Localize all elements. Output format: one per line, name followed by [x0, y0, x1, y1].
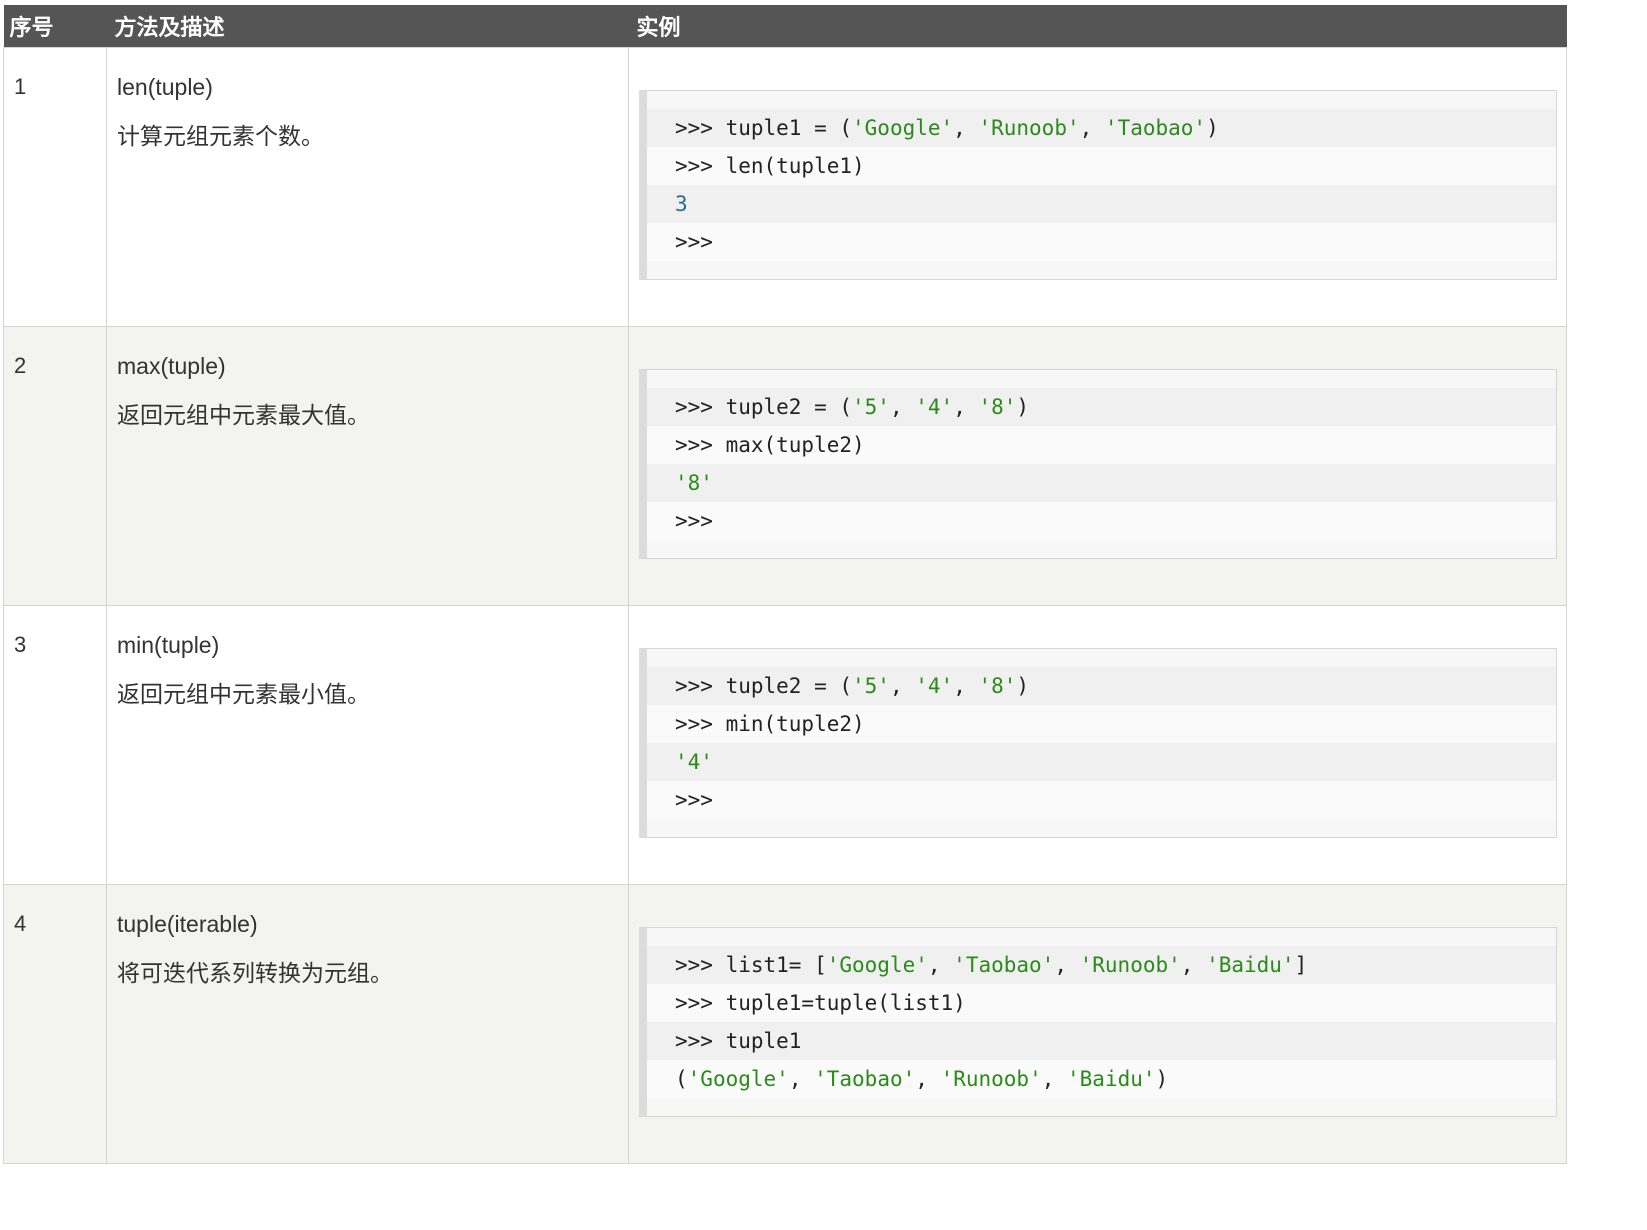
row-index: 3	[14, 632, 27, 657]
index-cell: 1	[3, 47, 107, 327]
method-signature: max(tuple)	[117, 353, 226, 379]
code-line: >>> tuple1 = ('Google', 'Runoob', 'Taoba…	[647, 109, 1556, 147]
example-cell: >>> tuple2 = ('5', '4', '8') >>> min(tupl…	[628, 605, 1567, 885]
code-line: >>> tuple2 = ('5', '4', '8')	[647, 388, 1556, 426]
code-line: '8'	[647, 464, 1556, 502]
code-block: >>> tuple2 = ('5', '4', '8') >>> min(tupl…	[639, 648, 1557, 838]
method-cell: max(tuple) 返回元组中元素最大值。	[106, 326, 629, 606]
row-index: 4	[14, 911, 27, 936]
code-line: >>> tuple1	[647, 1022, 1556, 1060]
code-line: >>>	[647, 502, 1556, 540]
method-description: 返回元组中元素最大值。	[117, 403, 370, 429]
row-index: 1	[14, 74, 27, 99]
code-line: >>> max(tuple2)	[647, 426, 1556, 464]
table-row: 4 tuple(iterable) 将可迭代系列转换为元组。 >>> list1= […	[3, 884, 1567, 1164]
code-line: >>> tuple1=tuple(list1)	[647, 984, 1556, 1022]
index-cell: 4	[3, 884, 107, 1164]
code-line: >>> len(tuple1)	[647, 147, 1556, 185]
example-cell: >>> list1= ['Google', 'Taobao', 'Runoob'…	[628, 884, 1567, 1164]
row-index: 2	[14, 353, 27, 378]
index-cell: 3	[3, 605, 107, 885]
code-line: >>> min(tuple2)	[647, 705, 1556, 743]
example-cell: >>> tuple2 = ('5', '4', '8') >>> max(tupl…	[628, 326, 1567, 606]
code-line: ('Google', 'Taobao', 'Runoob', 'Baidu')	[647, 1060, 1556, 1098]
tuple-functions-table: 序号 方法及描述 实例 1 len(tuple) 计算元组元素个数。 >>> tupl…	[3, 5, 1567, 1164]
header-method: 方法及描述	[114, 16, 225, 41]
code-line: >>> list1= ['Google', 'Taobao', 'Runoob'…	[647, 946, 1556, 984]
table-header-row: 序号 方法及描述 实例	[3, 5, 1567, 48]
header-example: 实例	[636, 16, 681, 41]
method-cell: tuple(iterable) 将可迭代系列转换为元组。	[106, 884, 629, 1164]
code-line: >>>	[647, 223, 1556, 261]
code-line: >>>	[647, 781, 1556, 819]
method-signature: len(tuple)	[117, 74, 213, 100]
code-block: >>> list1= ['Google', 'Taobao', 'Runoob'…	[639, 927, 1557, 1117]
code-line: >>> tuple2 = ('5', '4', '8')	[647, 667, 1556, 705]
code-line: 3	[647, 185, 1556, 223]
method-cell: min(tuple) 返回元组中元素最小值。	[106, 605, 629, 885]
code-block: >>> tuple2 = ('5', '4', '8') >>> max(tupl…	[639, 369, 1557, 559]
table-row: 3 min(tuple) 返回元组中元素最小值。 >>> tuple2 = ('5',…	[3, 605, 1567, 885]
header-index: 序号	[9, 16, 54, 41]
method-description: 返回元组中元素最小值。	[117, 682, 370, 708]
method-signature: min(tuple)	[117, 632, 220, 658]
table-row: 2 max(tuple) 返回元组中元素最大值。 >>> tuple2 = ('5',…	[3, 326, 1567, 606]
example-cell: >>> tuple1 = ('Google', 'Runoob', 'Taoba…	[628, 47, 1567, 327]
tuple-functions-table-wrap: 序号 方法及描述 实例 1 len(tuple) 计算元组元素个数。 >>> tupl…	[3, 5, 1567, 1164]
table-row: 1 len(tuple) 计算元组元素个数。 >>> tuple1 = ('Googl…	[3, 47, 1567, 327]
method-signature: tuple(iterable)	[117, 911, 258, 937]
method-description: 计算元组元素个数。	[117, 124, 324, 150]
method-description: 将可迭代系列转换为元组。	[117, 961, 393, 987]
code-block: >>> tuple1 = ('Google', 'Runoob', 'Taoba…	[639, 90, 1557, 280]
code-line: '4'	[647, 743, 1556, 781]
index-cell: 2	[3, 326, 107, 606]
table-body: 1 len(tuple) 计算元组元素个数。 >>> tuple1 = ('Googl…	[3, 47, 1567, 1164]
method-cell: len(tuple) 计算元组元素个数。	[106, 47, 629, 327]
